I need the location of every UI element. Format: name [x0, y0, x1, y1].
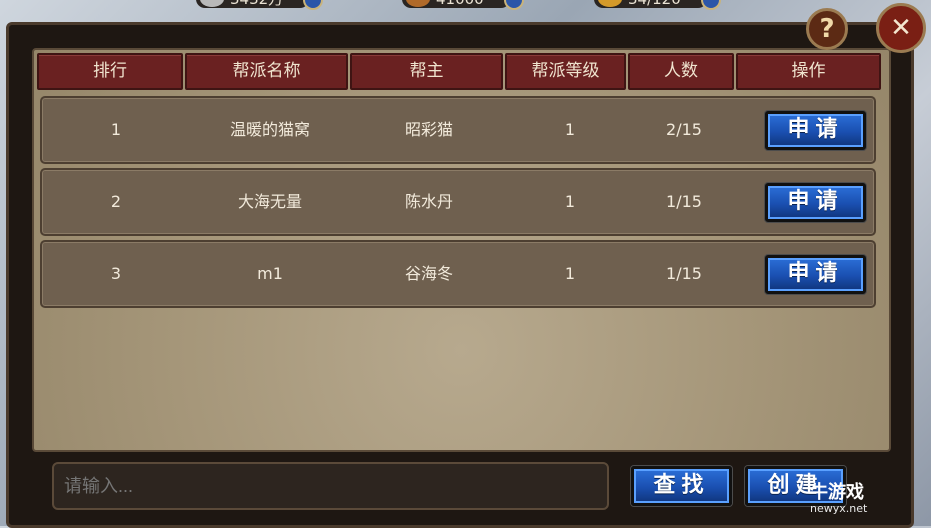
- header-members: 人数: [628, 53, 734, 90]
- apply-button[interactable]: 申请: [765, 183, 866, 222]
- help-icon[interactable]: ?: [806, 8, 848, 50]
- header-leader: 帮主: [350, 53, 503, 90]
- search-button[interactable]: 查找: [631, 466, 732, 506]
- leader-cell: 陈水丹: [404, 192, 453, 211]
- header-level: 帮派等级: [505, 53, 626, 90]
- header-action: 操作: [736, 53, 881, 90]
- table-row: 1 温暖的猫窝 昭彩猫 1 2/15 申请: [40, 96, 876, 164]
- gold-value: 41000: [436, 0, 484, 8]
- guild-name-cell: 大海无量: [237, 192, 302, 211]
- gold-resource: 41000: [402, 0, 524, 10]
- watermark-url: newyx.net: [810, 502, 868, 515]
- stamina-value: 34/120: [628, 0, 681, 8]
- gold-ingot-icon: [406, 0, 430, 7]
- leader-cell: 昭彩猫: [404, 120, 453, 139]
- header-rank: 排行: [37, 53, 183, 90]
- stamina-resource: 34/120: [594, 0, 721, 10]
- rank-cell: 2: [110, 192, 122, 211]
- silver-resource: 3432万: [196, 0, 324, 10]
- members-cell: 1/15: [666, 192, 702, 211]
- header-guild-name: 帮派名称: [185, 53, 348, 90]
- silver-icon: [200, 0, 224, 7]
- watermark: 牛游戏 newyx.net: [810, 478, 867, 515]
- table-header: 排行 帮派名称 帮主 帮派等级 人数 操作: [37, 53, 883, 91]
- watermark-name: 牛游戏: [810, 482, 864, 503]
- silver-value: 3432万: [230, 0, 283, 8]
- add-silver-button[interactable]: [303, 0, 324, 10]
- guild-search-input[interactable]: [52, 462, 609, 510]
- guild-name-cell: m1: [257, 264, 283, 283]
- rank-cell: 3: [110, 264, 122, 283]
- stamina-icon: [598, 0, 622, 7]
- members-cell: 2/15: [666, 120, 702, 139]
- apply-button[interactable]: 申请: [765, 111, 866, 150]
- table-row: 3 m1 谷海冬 1 1/15 申请: [40, 240, 876, 308]
- rank-cell: 1: [110, 120, 122, 139]
- level-cell: 1: [564, 264, 576, 283]
- add-gold-button[interactable]: [503, 0, 524, 10]
- table-row: 2 大海无量 陈水丹 1 1/15 申请: [40, 168, 876, 236]
- guild-name-cell: 温暖的猫窝: [229, 120, 310, 139]
- add-stamina-button[interactable]: [700, 0, 721, 10]
- leader-cell: 谷海冬: [404, 264, 453, 283]
- level-cell: 1: [564, 120, 576, 139]
- apply-button[interactable]: 申请: [765, 255, 866, 294]
- level-cell: 1: [564, 192, 576, 211]
- resource-bar: 3432万 41000 34/120: [0, 0, 931, 12]
- members-cell: 1/15: [666, 264, 702, 283]
- close-icon[interactable]: ✕: [876, 3, 926, 53]
